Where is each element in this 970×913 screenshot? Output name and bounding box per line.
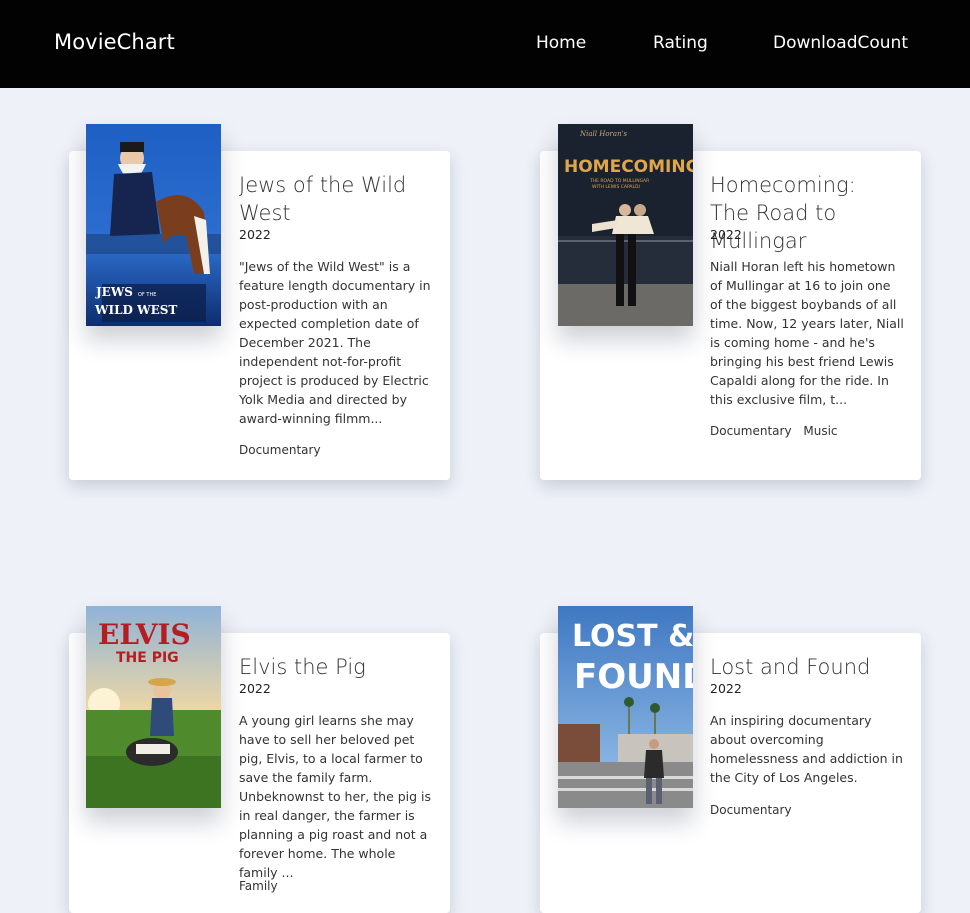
genre-tag[interactable]: Music (803, 424, 837, 438)
genre-tag[interactable]: Family (239, 879, 278, 893)
movie-poster[interactable]: LOST & FOUND (558, 606, 693, 808)
movie-poster[interactable]: JEWS OF THE WILD WEST (86, 124, 221, 326)
nav-home-link[interactable]: Home (536, 33, 586, 53)
movie-poster[interactable]: ELVIS THE PIG (86, 606, 221, 808)
movie-year: 2022 (710, 227, 742, 242)
movie-description: A young girl learns she may have to sell… (239, 713, 432, 880)
movie-description: Niall Horan left his hometown of Mulling… (710, 259, 904, 407)
genre-tag[interactable]: Documentary (239, 443, 321, 457)
genre-tag[interactable]: Documentary (710, 424, 792, 438)
poster-title-text: WITH LEWIS CAPALDI (592, 184, 640, 190)
brand-logo[interactable]: MovieChart (54, 30, 175, 54)
poster-title-text: HOMECOMING (564, 157, 693, 177)
movie-genres: Documentary (239, 443, 329, 457)
movie-description: "Jews of the Wild West" is a feature len… (239, 259, 431, 426)
movie-title[interactable]: Elvis the Pig (239, 653, 429, 681)
movie-genres: Documentary Music (710, 424, 846, 438)
poster-title-text: ELVIS (98, 618, 191, 651)
movie-genres: Documentary (710, 803, 800, 817)
movie-year: 2022 (239, 227, 271, 242)
movie-year: 2022 (239, 681, 271, 696)
poster-title-text: OF THE (138, 292, 156, 298)
nav-rating-link[interactable]: Rating (653, 33, 708, 53)
poster-title-text: JEWS (95, 285, 133, 299)
poster-title-text: THE ROAD TO MULLINGAR (589, 178, 649, 184)
movie-title[interactable]: Lost and Found (710, 653, 900, 681)
movie-poster[interactable]: Niall Horan's HOMECOMING THE ROAD TO MUL… (558, 124, 693, 326)
genre-tag[interactable]: Documentary (710, 803, 792, 817)
poster-title-text: WILD WEST (94, 303, 177, 317)
movie-year: 2022 (710, 681, 742, 696)
poster-title-text: FOUND (574, 657, 693, 697)
movie-title[interactable]: Jews of the Wild West (239, 171, 429, 227)
movie-genres: Family (239, 879, 286, 893)
poster-title-text: THE PIG (116, 650, 179, 666)
top-navbar: MovieChart Home Rating DownloadCount (0, 0, 970, 88)
movie-title[interactable]: Homecoming: The Road to Mullingar (710, 171, 900, 255)
poster-title-text: LOST & (572, 619, 693, 654)
nav-downloadcount-link[interactable]: DownloadCount (773, 33, 908, 53)
poster-title-text: Niall Horan's (579, 130, 628, 138)
movie-description: An inspiring documentary about overcomin… (710, 713, 903, 785)
